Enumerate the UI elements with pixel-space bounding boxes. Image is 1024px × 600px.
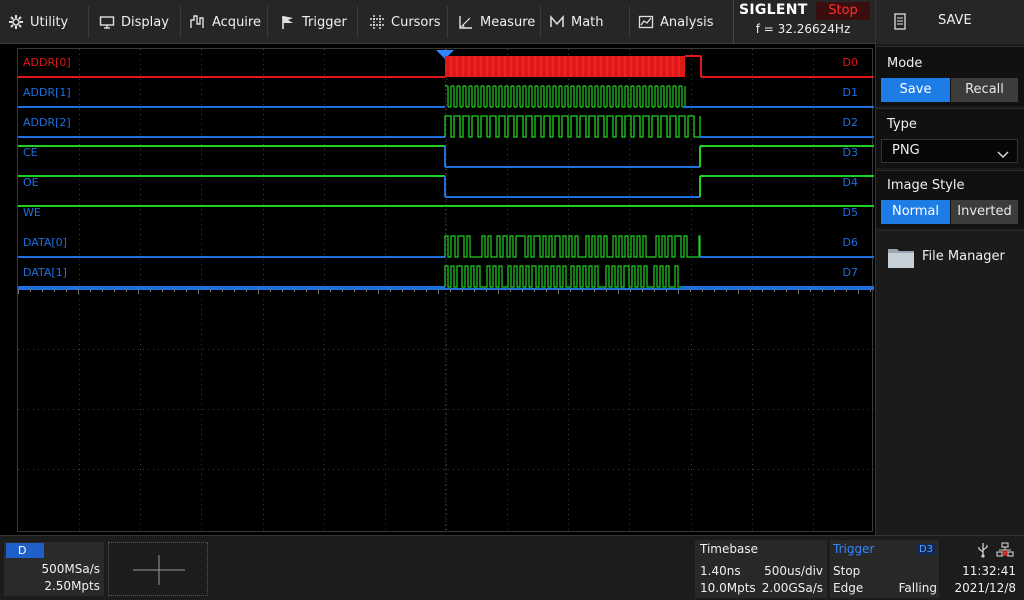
channel-label[interactable]: CE xyxy=(23,146,38,159)
flag-icon xyxy=(280,14,296,30)
save-panel-title: SAVE xyxy=(938,13,972,28)
channel-id: D4 xyxy=(842,176,858,189)
channel-id: D5 xyxy=(842,206,858,219)
channel-id: D2 xyxy=(842,116,858,129)
monitor-icon xyxy=(99,14,115,30)
bottom-status-bar: D 500MSa/s 2.50Mpts Timebase 1.40ns 500u… xyxy=(0,535,1024,600)
save-file-icon xyxy=(894,13,908,31)
trigger-title: Trigger xyxy=(833,542,875,556)
system-time: 11:32:41 xyxy=(962,564,1016,578)
menu-utility[interactable]: Utility xyxy=(8,0,68,44)
top-menu-bar: Utility Display Acquire Trigger Cursors … xyxy=(0,0,875,44)
file-manager-label: File Manager xyxy=(922,249,1005,264)
type-label: Type xyxy=(887,117,917,132)
timebase-box[interactable]: Timebase 1.40ns 500us/div 10.0Mpts 2.00G… xyxy=(695,540,827,598)
digital-sample-rate: 500MSa/s xyxy=(41,562,100,576)
system-date: 2021/12/8 xyxy=(954,581,1016,595)
siglent-logo: SIGLENT xyxy=(739,2,808,18)
menu-trigger[interactable]: Trigger xyxy=(280,0,347,44)
timebase-sample-rate: 2.00GSa/s xyxy=(761,581,823,595)
menu-measure[interactable]: Measure xyxy=(458,0,535,44)
type-value: PNG xyxy=(892,143,920,158)
analysis-icon xyxy=(638,14,654,30)
digital-memory-depth: 2.50Mpts xyxy=(44,579,100,593)
gear-icon xyxy=(8,14,24,30)
mode-save-button[interactable]: Save xyxy=(881,78,950,102)
mode-recall-button[interactable]: Recall xyxy=(951,78,1018,102)
menu-acquire[interactable]: Acquire xyxy=(190,0,261,44)
run-stop-status[interactable]: Stop xyxy=(816,2,870,20)
brand-status: SIGLENT Stop f = 32.26624Hz xyxy=(733,0,871,44)
system-status: 11:32:41 2021/12/8 xyxy=(942,540,1022,598)
channel-id: D3 xyxy=(842,146,858,159)
usb-icon xyxy=(978,543,988,558)
acquire-icon xyxy=(190,14,206,30)
image-style-normal-button[interactable]: Normal xyxy=(881,200,950,224)
waveform-canvas xyxy=(18,49,874,533)
trigger-type: Edge xyxy=(833,581,864,595)
waveform-d7-data xyxy=(444,265,681,288)
mode-section: Mode Save Recall xyxy=(876,46,1024,106)
channel-label[interactable]: ADDR[1] xyxy=(23,86,71,99)
timebase-scale: 500us/div xyxy=(764,564,823,578)
image-style-section: Image Style Normal Inverted xyxy=(876,170,1024,228)
channel-id: D6 xyxy=(842,236,858,249)
digital-tag: D xyxy=(6,543,44,558)
trigger-slope: Falling xyxy=(898,581,937,595)
menu-math[interactable]: Math xyxy=(549,0,604,44)
save-panel: SAVE Mode Save Recall Type PNG Image Sty… xyxy=(875,0,1024,535)
trigger-status: Stop xyxy=(833,564,861,578)
timebase-memory: 10.0Mpts xyxy=(700,581,756,595)
menu-label: Analysis xyxy=(660,14,714,30)
menu-label: Acquire xyxy=(212,14,261,30)
plus-icon xyxy=(133,555,185,585)
menu-label: Cursors xyxy=(391,14,441,30)
waveform-display[interactable]: ADDR[0] D0 ADDR[1] D1 ADDR[2] D2 CE D3 OE D4 WE D5 D… xyxy=(17,48,874,533)
menu-display[interactable]: Display xyxy=(99,0,169,44)
cursors-icon xyxy=(369,14,385,30)
add-channel-button[interactable] xyxy=(108,542,208,596)
channel-label[interactable]: ADDR[2] xyxy=(23,116,71,129)
menu-analysis[interactable]: Analysis xyxy=(638,0,714,44)
channel-id: D1 xyxy=(842,86,858,99)
network-disconnected-icon xyxy=(996,542,1014,557)
channel-label[interactable]: OE xyxy=(23,176,39,189)
menu-label: Utility xyxy=(30,14,69,30)
menu-cursors[interactable]: Cursors xyxy=(369,0,441,44)
trigger-source: D3 xyxy=(916,544,935,555)
menu-label: Trigger xyxy=(302,14,347,30)
timebase-title: Timebase xyxy=(700,542,758,556)
folder-icon xyxy=(888,249,914,268)
type-dropdown[interactable]: PNG xyxy=(881,139,1018,163)
channel-id: D0 xyxy=(842,56,858,69)
menu-label: Measure xyxy=(480,14,536,30)
menu-label: Display xyxy=(121,14,169,30)
channel-label[interactable]: DATA[1] xyxy=(23,266,67,279)
channel-label[interactable]: DATA[0] xyxy=(23,236,67,249)
measure-icon xyxy=(458,14,474,30)
channel-label[interactable]: WE xyxy=(23,206,41,219)
file-manager-button[interactable]: File Manager xyxy=(876,232,1024,282)
image-style-label: Image Style xyxy=(887,178,965,193)
save-panel-header[interactable]: SAVE xyxy=(876,0,1024,44)
trigger-box[interactable]: Trigger D3 Stop Edge Falling xyxy=(830,540,939,598)
frequency-counter: f = 32.26624Hz xyxy=(755,22,851,36)
image-style-inverted-button[interactable]: Inverted xyxy=(951,200,1018,224)
channel-id: D7 xyxy=(842,266,858,279)
channel-label[interactable]: ADDR[0] xyxy=(23,56,71,69)
chevron-down-icon xyxy=(997,146,1009,158)
digital-channel-box[interactable]: D 500MSa/s 2.50Mpts xyxy=(4,542,104,596)
waveform-d2-pulses xyxy=(444,115,701,138)
menu-label: Math xyxy=(571,14,604,30)
mode-label: Mode xyxy=(887,56,923,71)
timebase-delay: 1.40ns xyxy=(700,564,741,578)
waveform-d6-data xyxy=(444,235,701,258)
math-icon xyxy=(549,14,565,30)
